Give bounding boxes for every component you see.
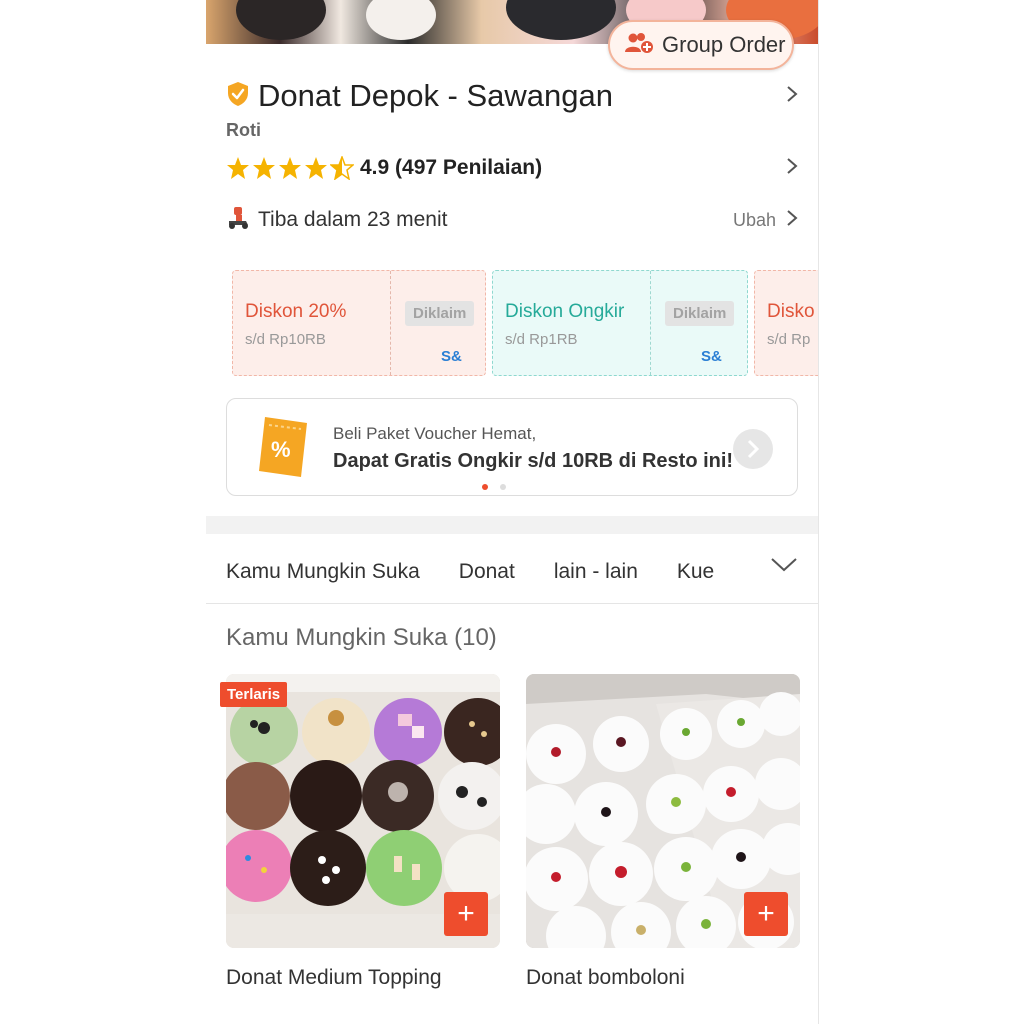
voucher-card[interactable]: Disko s/d Rp: [754, 270, 818, 376]
tabs-divider: [206, 603, 818, 604]
claimed-badge: Diklaim: [665, 301, 735, 326]
section-title: Kamu Mungkin Suka (10): [226, 624, 497, 651]
promo-line-1: Beli Paket Voucher Hemat,: [333, 424, 537, 443]
app-screen: Group Order Donat Depok - Sawangan Roti: [206, 0, 819, 1024]
voucher-tag: S&: [441, 348, 462, 365]
carousel-dot-active: [482, 484, 488, 490]
voucher-title: Diskon Ongkir: [505, 301, 625, 322]
delivery-eta-row[interactable]: Tiba dalam 23 menit Ubah: [226, 204, 798, 236]
voucher-subtitle: s/d Rp: [767, 331, 811, 348]
voucher-package-banner[interactable]: % Beli Paket Voucher Hemat, Dapat Gratis…: [226, 398, 798, 496]
voucher-card[interactable]: Diskon 20% s/d Rp10RB Diklaim S&: [232, 270, 486, 376]
star-icon: [279, 157, 301, 179]
group-order-label: Group Order: [662, 32, 786, 57]
star-icon: [227, 157, 249, 179]
tab-lain-lain[interactable]: lain - lain: [554, 560, 638, 584]
svg-text:%: %: [271, 437, 291, 462]
voucher-tag: S&: [701, 348, 722, 365]
shop-category: Roti: [226, 120, 261, 140]
chevron-right-icon[interactable]: [786, 83, 798, 109]
add-to-cart-button[interactable]: +: [744, 892, 788, 936]
star-half-icon: [330, 156, 354, 180]
carousel-dots: [482, 484, 506, 490]
voucher-action: Diklaim S&: [391, 271, 485, 375]
product-card[interactable]: + Terlaris Donat Medium Topping: [220, 674, 500, 990]
tab-kue[interactable]: Kue: [677, 560, 714, 584]
product-image[interactable]: +: [526, 674, 800, 948]
promo-line-2: Dapat Gratis Ongkir s/d 10RB di Resto in…: [333, 450, 734, 472]
group-order-button[interactable]: Group Order: [608, 20, 794, 70]
category-tabs: Kamu Mungkin Suka Donat lain - lain Kue: [226, 554, 798, 590]
product-name: Donat Medium Topping: [226, 966, 442, 989]
section-divider: [206, 516, 818, 534]
change-delivery-link[interactable]: Ubah: [733, 210, 776, 231]
shop-name: Donat Depok - Sawangan: [258, 78, 614, 113]
star-icon: [305, 157, 327, 179]
product-image[interactable]: +: [226, 674, 500, 948]
voucher-title: Diskon 20%: [245, 301, 347, 322]
rating-row[interactable]: 4.9 (497 Penilaian): [226, 152, 798, 184]
voucher-info: Disko s/d Rp: [755, 271, 818, 375]
claimed-badge: Diklaim: [405, 301, 475, 326]
voucher-info: Diskon 20% s/d Rp10RB: [233, 271, 391, 375]
chevron-down-icon[interactable]: [770, 556, 798, 579]
voucher-title: Disko: [767, 301, 815, 322]
rating-text: 4.9 (497 Penilaian): [360, 156, 543, 179]
rating-stars: [226, 156, 354, 180]
carousel-dot: [500, 484, 506, 490]
voucher-subtitle: s/d Rp10RB: [245, 331, 326, 348]
delivery-eta-text: Tiba dalam 23 menit: [258, 208, 448, 231]
tab-donat[interactable]: Donat: [459, 560, 515, 584]
tab-kamu-mungkin-suka[interactable]: Kamu Mungkin Suka: [226, 560, 420, 584]
chevron-right-icon[interactable]: [733, 429, 773, 469]
voucher-card[interactable]: Diskon Ongkir s/d Rp1RB Diklaim S&: [492, 270, 748, 376]
shop-title-row[interactable]: Donat Depok - Sawangan: [226, 76, 798, 116]
voucher-carousel[interactable]: Diskon 20% s/d Rp10RB Diklaim S& Diskon …: [230, 270, 818, 378]
voucher-subtitle: s/d Rp1RB: [505, 331, 578, 348]
add-to-cart-button[interactable]: +: [444, 892, 488, 936]
product-name: Donat bomboloni: [526, 966, 685, 989]
voucher-ticket-icon: %: [255, 413, 313, 486]
product-card[interactable]: + Donat bomboloni: [526, 674, 800, 990]
chevron-right-icon[interactable]: [786, 155, 798, 181]
bestseller-badge: Terlaris: [220, 682, 288, 707]
star-icon: [253, 157, 275, 179]
group-add-icon: [624, 32, 654, 59]
chevron-right-icon[interactable]: [786, 207, 798, 233]
voucher-info: Diskon Ongkir s/d Rp1RB: [493, 271, 651, 375]
voucher-action: Diklaim S&: [651, 271, 747, 375]
delivery-scooter-icon: [226, 205, 250, 236]
verified-shield-icon: [226, 81, 250, 112]
